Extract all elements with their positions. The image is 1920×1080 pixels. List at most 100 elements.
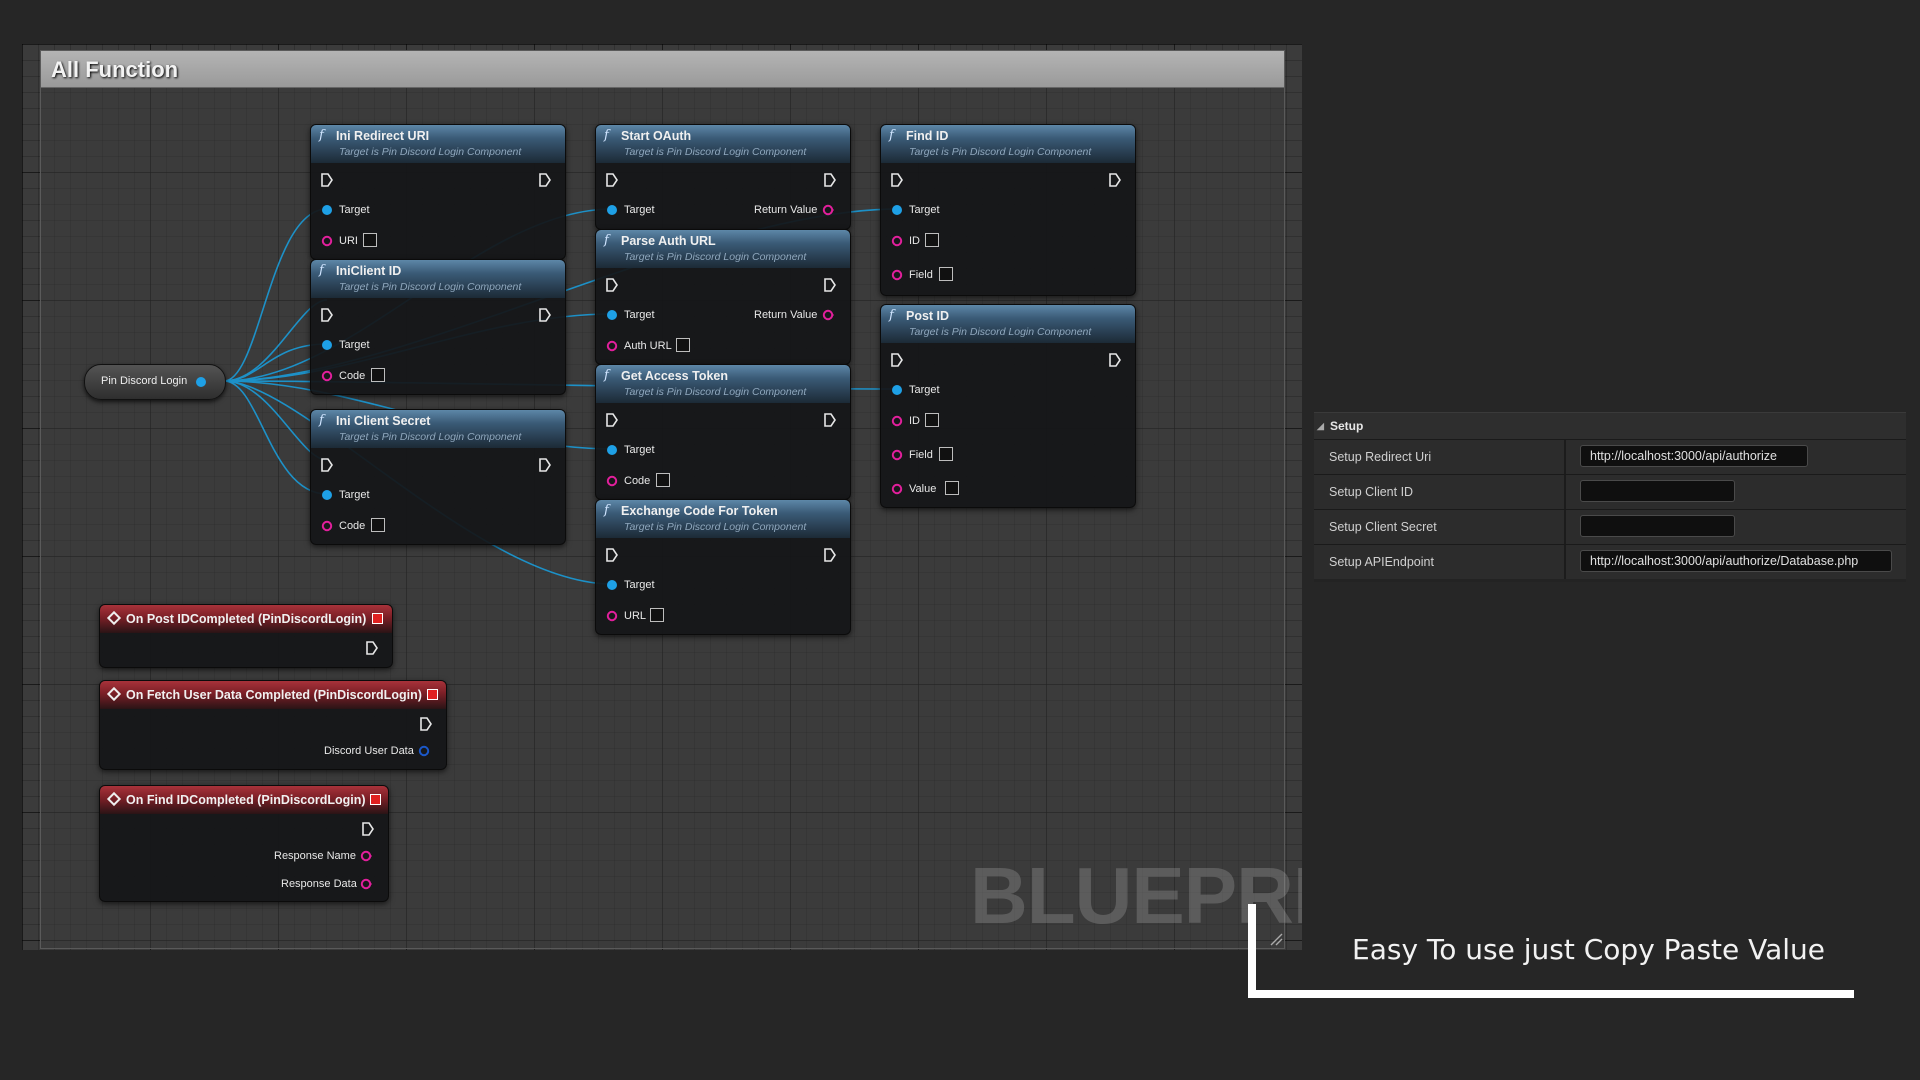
client-id-field[interactable] (1580, 480, 1735, 502)
collapse-arrow-icon[interactable]: ◢ (1317, 421, 1324, 432)
exec-input-pin[interactable] (606, 173, 618, 187)
value-input[interactable] (945, 481, 959, 495)
return-value-pin[interactable] (822, 204, 834, 216)
event-on-fetch-user-data-completed[interactable]: On Fetch User Data Completed (PinDiscord… (99, 680, 447, 770)
code-input[interactable] (371, 368, 385, 382)
id-pin[interactable] (891, 415, 903, 427)
node-title: Find ID (906, 129, 949, 143)
exec-output-pin[interactable] (824, 548, 836, 562)
function-icon: f (319, 413, 324, 428)
target-pin[interactable] (321, 339, 333, 351)
delegate-pin[interactable] (370, 794, 381, 805)
exec-input-pin[interactable] (891, 173, 903, 187)
caption-text: Easy To use just Copy Paste Value (1352, 933, 1826, 966)
pin-label: Target (909, 204, 940, 216)
redirect-uri-field[interactable]: http://localhost:3000/api/authorize (1580, 445, 1808, 467)
event-on-find-id-completed[interactable]: On Find IDCompleted (PinDiscordLogin) Re… (99, 785, 389, 902)
pin-label: Target (339, 489, 370, 501)
response-name-pin[interactable] (360, 850, 372, 862)
code-pin[interactable] (321, 520, 333, 532)
exec-output-pin[interactable] (824, 173, 836, 187)
pin-label: URI (339, 235, 358, 247)
delegate-pin[interactable] (427, 689, 438, 700)
value-pin[interactable] (891, 483, 903, 495)
return-value-pin[interactable] (822, 309, 834, 321)
node-subtitle: Target is Pin Discord Login Component (624, 521, 807, 533)
node-parse-auth-url[interactable]: f Parse Auth URL Target is Pin Discord L… (595, 229, 851, 365)
code-input[interactable] (656, 473, 670, 487)
target-pin[interactable] (321, 204, 333, 216)
exec-output-pin[interactable] (362, 822, 374, 836)
pin-label: Target (624, 579, 655, 591)
pin-label: Target (339, 339, 370, 351)
id-input[interactable] (925, 413, 939, 427)
event-title: On Find IDCompleted (PinDiscordLogin) (126, 793, 366, 807)
exec-input-pin[interactable] (606, 548, 618, 562)
section-header-setup[interactable]: ◢ Setup (1314, 412, 1906, 439)
exec-output-pin[interactable] (824, 413, 836, 427)
code-pin[interactable] (606, 475, 618, 487)
exec-input-pin[interactable] (606, 413, 618, 427)
node-exchange-code-for-token[interactable]: f Exchange Code For Token Target is Pin … (595, 499, 851, 635)
exec-output-pin[interactable] (366, 641, 378, 655)
event-on-post-id-completed[interactable]: On Post IDCompleted (PinDiscordLogin) (99, 604, 393, 668)
exec-output-pin[interactable] (1109, 353, 1121, 367)
node-start-oauth[interactable]: f Start OAuth Target is Pin Discord Logi… (595, 124, 851, 230)
node-ini-client-secret[interactable]: f Ini Client Secret Target is Pin Discor… (310, 409, 566, 545)
event-title: On Post IDCompleted (PinDiscordLogin) (126, 612, 367, 626)
property-label: Setup Redirect Uri (1329, 450, 1432, 464)
field-input[interactable] (939, 267, 953, 281)
node-find-id[interactable]: f Find ID Target is Pin Discord Login Co… (880, 124, 1136, 296)
field-input[interactable] (939, 447, 953, 461)
auth-url-input[interactable] (676, 338, 690, 352)
pin-label: URL (624, 610, 647, 622)
node-title: Parse Auth URL (621, 234, 716, 248)
code-pin[interactable] (321, 370, 333, 382)
api-endpoint-field[interactable]: http://localhost:3000/api/authorize/Data… (1580, 550, 1892, 572)
response-data-pin[interactable] (360, 878, 372, 890)
target-pin[interactable] (606, 444, 618, 456)
event-icon (106, 791, 122, 807)
exec-input-pin[interactable] (321, 308, 333, 322)
output-pin-label: Response Name (274, 850, 356, 862)
id-input[interactable] (925, 233, 939, 247)
target-pin[interactable] (321, 489, 333, 501)
url-input[interactable] (650, 608, 664, 622)
delegate-pin[interactable] (372, 613, 383, 624)
node-ini-redirect-uri[interactable]: f Ini Redirect URI Target is Pin Discord… (310, 124, 566, 260)
details-panel: ◢ Setup Setup Redirect Uri http://localh… (1314, 412, 1906, 582)
pin-discord-login-node[interactable]: Pin Discord Login (84, 364, 226, 400)
url-pin[interactable] (606, 610, 618, 622)
target-pin[interactable] (606, 309, 618, 321)
node-post-id[interactable]: f Post ID Target is Pin Discord Login Co… (880, 304, 1136, 508)
node-subtitle: Target is Pin Discord Login Component (624, 146, 807, 158)
target-pin[interactable] (891, 204, 903, 216)
exec-output-pin[interactable] (539, 173, 551, 187)
exec-output-pin[interactable] (539, 458, 551, 472)
field-pin[interactable] (891, 269, 903, 281)
exec-output-pin[interactable] (1109, 173, 1121, 187)
exec-input-pin[interactable] (321, 458, 333, 472)
uri-input[interactable] (363, 233, 377, 247)
node-iniclient-id[interactable]: f IniClient ID Target is Pin Discord Log… (310, 259, 566, 395)
code-input[interactable] (371, 518, 385, 532)
auth-url-pin[interactable] (606, 340, 618, 352)
exec-output-pin[interactable] (824, 278, 836, 292)
client-secret-field[interactable] (1580, 515, 1735, 537)
field-pin[interactable] (891, 449, 903, 461)
discord-user-data-pin[interactable] (418, 745, 430, 757)
exec-output-pin[interactable] (539, 308, 551, 322)
uri-pin[interactable] (321, 235, 333, 247)
exec-input-pin[interactable] (606, 278, 618, 292)
node-get-access-token[interactable]: f Get Access Token Target is Pin Discord… (595, 364, 851, 500)
target-pin[interactable] (606, 579, 618, 591)
event-icon (106, 610, 122, 626)
object-output-pin[interactable] (195, 376, 207, 388)
exec-output-pin[interactable] (420, 717, 432, 731)
id-pin[interactable] (891, 235, 903, 247)
target-pin[interactable] (891, 384, 903, 396)
pin-label: Target (624, 309, 655, 321)
exec-input-pin[interactable] (891, 353, 903, 367)
target-pin[interactable] (606, 204, 618, 216)
exec-input-pin[interactable] (321, 173, 333, 187)
